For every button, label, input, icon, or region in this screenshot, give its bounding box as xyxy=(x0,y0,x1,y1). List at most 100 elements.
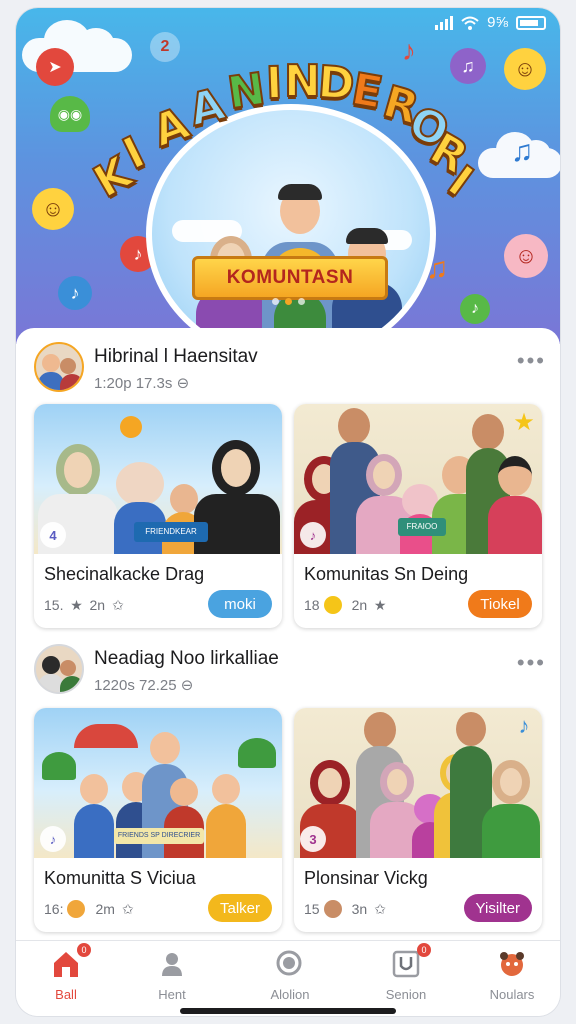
person-icon xyxy=(157,949,187,979)
nav-label: Noulars xyxy=(489,987,535,1002)
avatar[interactable] xyxy=(34,644,84,694)
star-icon: ★ xyxy=(70,597,83,613)
thumb-sign: FRAIOO xyxy=(398,518,446,536)
nav-label: Alolion xyxy=(270,987,310,1002)
card-thumbnail[interactable]: ★ FRAIOO xyxy=(294,404,542,554)
music-note-icon: ♪ xyxy=(460,294,490,324)
sparkle-icon: ✩ xyxy=(122,901,134,917)
nav-item-senion[interactable]: 0 Senion xyxy=(358,943,454,1002)
home-indicator[interactable] xyxy=(180,1008,396,1014)
post-author-name[interactable]: Neadiag Noo lirkalliae xyxy=(94,648,279,670)
smiley-icon: ☺ xyxy=(504,234,548,278)
sun-icon xyxy=(120,416,142,438)
post-header: Hibrinal l Haensitav 1:20p 17.3s ⊖ ••• xyxy=(34,342,546,398)
card-title[interactable]: Shecinalkacke Drag xyxy=(44,564,204,585)
stat-time: 2n xyxy=(89,597,106,613)
music-note-icon: ♪ xyxy=(518,713,530,738)
status-bar: 9⅝ xyxy=(435,14,546,31)
ribbon-text: KOMUNTASN xyxy=(226,267,354,288)
wifi-icon xyxy=(461,16,479,30)
nav-item-ball[interactable]: 0 Ball xyxy=(18,943,114,1002)
u-box-icon: 0 xyxy=(391,943,431,979)
title-letter: N xyxy=(283,55,322,108)
carousel-dot[interactable] xyxy=(272,298,279,305)
thumb-person xyxy=(206,774,246,858)
thumb-person xyxy=(488,438,542,554)
post-meta: 1220s 72.25 ⊖ xyxy=(94,677,194,694)
stat-count: 18 xyxy=(304,597,320,613)
sparkle-icon: ✩ xyxy=(112,597,124,613)
card-title[interactable]: Komunitas Sn Deing xyxy=(304,564,468,585)
post-author-name[interactable]: Hibrinal l Haensitav xyxy=(94,346,258,368)
thumb-sign: FRIENDKEAR xyxy=(134,522,208,542)
banner-ribbon: KOMUNTASN xyxy=(192,256,388,300)
signal-icon xyxy=(435,15,454,30)
title-letter: I xyxy=(264,57,284,111)
battery-text: 9⅝ xyxy=(487,14,508,31)
card-thumbnail[interactable]: FRIENDKEAR xyxy=(34,404,282,554)
card-thumbnail[interactable]: ♪ xyxy=(294,708,542,858)
stat-count: 16: xyxy=(44,901,64,917)
carousel-dot-active[interactable] xyxy=(285,298,292,305)
banner-title: K I A A N I N D E R O R I xyxy=(85,48,496,209)
title-letter: A xyxy=(183,78,230,138)
card-title[interactable]: Plonsinar Vickg xyxy=(304,868,428,889)
nav-item-alolion[interactable]: Alolion xyxy=(242,949,338,1002)
carousel-dots[interactable] xyxy=(272,298,305,305)
stat-time: 2n xyxy=(351,597,368,613)
card-action-button[interactable]: moki xyxy=(208,590,272,618)
content-card[interactable]: ♪ 3 Plonsinar Vickg 15 3n ✩ Yisilter xyxy=(294,708,542,932)
thumb-person xyxy=(74,774,114,858)
card-index-badge: ♪ xyxy=(40,826,66,852)
bottom-nav: 0 Ball Hent Alolion 0 Senion Noulars xyxy=(16,940,560,1016)
stat-time: 2m xyxy=(95,901,115,917)
star-icon: ★ xyxy=(513,408,535,436)
feed[interactable]: Hibrinal l Haensitav 1:20p 17.3s ⊖ ••• F… xyxy=(16,328,560,940)
phone-screen: 9⅝ ➤ 2 ◉◉ ☺ ♪ ♪ ♪ ♫ ☺ ♫ ☺ ♫ ♪ K I A A N … xyxy=(16,8,560,1016)
music-note-icon: ♫ xyxy=(510,135,534,168)
thumb-sign: FRIENDS SP DIRECRIER xyxy=(114,828,204,844)
stat-count: 15. xyxy=(44,597,64,613)
coin-icon xyxy=(323,596,342,614)
mini-avatar-icon xyxy=(323,900,342,918)
coin-icon xyxy=(67,900,86,918)
post-header: Neadiag Noo lirkalliae 1220s 72.25 ⊖ ••• xyxy=(34,644,546,700)
content-card[interactable]: FRIENDKEAR 4 Shecinalkacke Drag 15. ★ 2n… xyxy=(34,404,282,628)
more-options-icon[interactable]: ••• xyxy=(517,348,546,374)
play-icon: ➤ xyxy=(36,48,74,86)
card-action-button[interactable]: Yisilter xyxy=(463,894,532,922)
card-thumbnail[interactable]: FRIENDS SP DIRECRIER xyxy=(34,708,282,858)
content-card[interactable]: FRIENDS SP DIRECRIER ♪ Komunitta S Viciu… xyxy=(34,708,282,932)
card-action-button[interactable]: Tiokel xyxy=(468,590,532,618)
carousel-dot[interactable] xyxy=(298,298,305,305)
nav-item-hent[interactable]: Hent xyxy=(124,949,220,1002)
notification-badge: 0 xyxy=(77,943,91,957)
card-stats: 15. ★ 2n ✩ xyxy=(44,596,127,614)
home-icon: 0 xyxy=(51,943,91,979)
palm-tree-icon xyxy=(238,738,276,768)
card-stats: 15 3n ✩ xyxy=(304,900,389,918)
star-icon: ★ xyxy=(373,597,387,613)
mascot-icon xyxy=(497,949,527,979)
smiley-icon: ☺ xyxy=(32,188,74,230)
card-stats: 18 2n ★ xyxy=(304,596,389,614)
card-action-button[interactable]: Talker xyxy=(207,894,272,922)
search-icon xyxy=(275,949,305,979)
title-letter: N xyxy=(224,63,270,121)
notification-badge: 0 xyxy=(417,943,431,957)
hero-banner[interactable]: 9⅝ ➤ 2 ◉◉ ☺ ♪ ♪ ♪ ♫ ☺ ♫ ☺ ♫ ♪ K I A A N … xyxy=(16,8,560,344)
palm-tree-icon xyxy=(42,752,76,780)
content-card[interactable]: ★ FRAIOO ♪ Komunitas Sn Deing 18 2n ★ Ti… xyxy=(294,404,542,628)
smiley-icon: ☺ xyxy=(504,48,546,90)
alien-icon: ◉◉ xyxy=(50,96,90,132)
nav-label: Senion xyxy=(385,987,427,1002)
card-index-badge: ♪ xyxy=(300,522,326,548)
card-stats: 16: 2m ✩ xyxy=(44,900,137,918)
nav-item-noulars[interactable]: Noulars xyxy=(464,949,560,1002)
card-title[interactable]: Komunitta S Viciua xyxy=(44,868,196,889)
music-note-icon: ♪ xyxy=(58,276,92,310)
sparkle-icon: ✩ xyxy=(374,901,387,917)
card-index-badge: 4 xyxy=(40,522,66,548)
avatar[interactable] xyxy=(34,342,84,392)
more-options-icon[interactable]: ••• xyxy=(517,650,546,676)
